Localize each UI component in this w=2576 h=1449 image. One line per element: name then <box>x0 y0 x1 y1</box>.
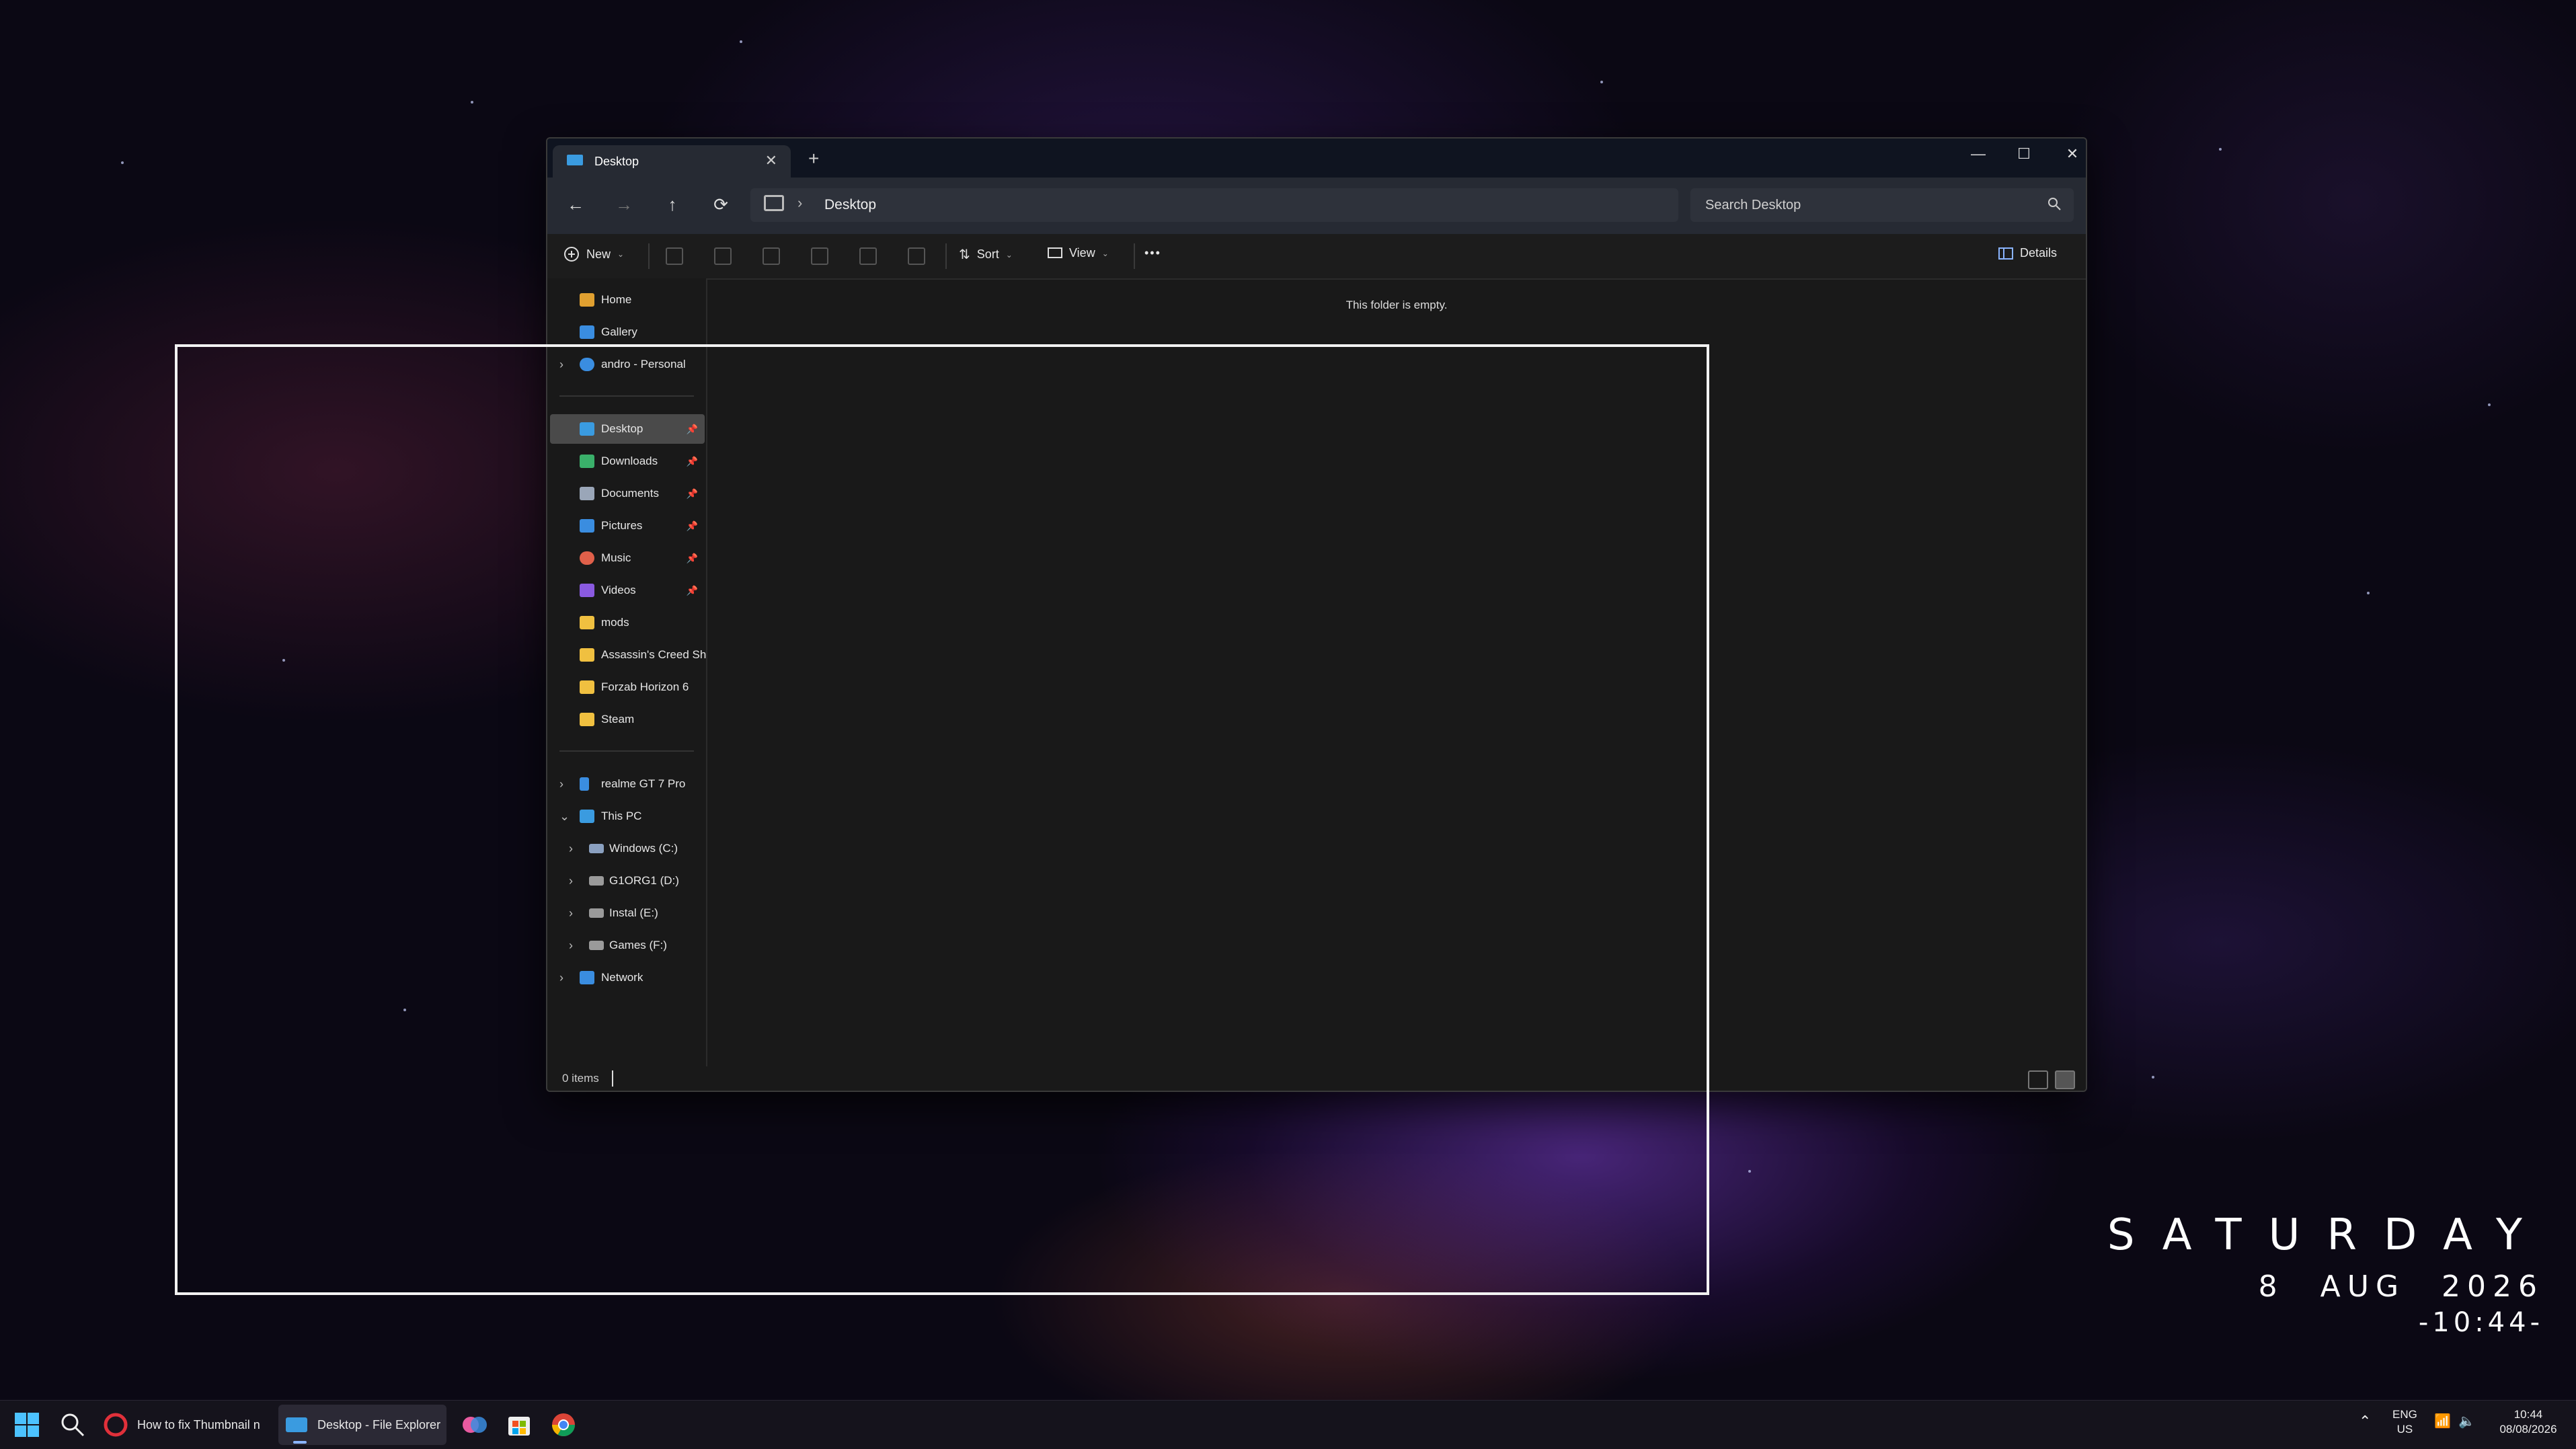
command-bar: New ⌄ ⇅ Sort ⌄ View ⌄ ••• Details <box>547 234 2086 280</box>
cut-icon[interactable] <box>666 247 683 265</box>
taskbar-app-file-explorer[interactable]: Desktop - File Explorer <box>278 1405 446 1445</box>
close-tab-icon[interactable]: ✕ <box>765 152 777 169</box>
chrome-icon[interactable] <box>550 1411 577 1438</box>
details-pane-icon <box>1998 247 2013 260</box>
volume-icon[interactable]: 🔈 <box>2458 1414 2475 1429</box>
language-label: ENG <box>2392 1408 2417 1421</box>
desktop-folder-icon <box>566 153 584 170</box>
breadcrumb-separator: › <box>797 194 803 211</box>
widget-day: SATURDAY <box>2107 1210 2549 1260</box>
sort-button[interactable]: ⇅ Sort ⌄ <box>959 246 1013 263</box>
address-bar[interactable]: › Desktop <box>750 188 1678 222</box>
taskbar-app-label: Desktop - File Explorer <box>317 1417 441 1432</box>
refresh-button[interactable]: ⟳ <box>707 191 734 218</box>
network-status-icon[interactable]: 📶 <box>2434 1414 2451 1429</box>
search-input[interactable]: Search Desktop <box>1705 198 1801 213</box>
separator <box>1134 243 1135 269</box>
clock-date: 08/08/2026 <box>2499 1423 2557 1436</box>
tab-desktop[interactable]: Desktop ✕ <box>553 145 791 178</box>
details-label: Details <box>2020 246 2058 260</box>
show-hidden-icons-button[interactable]: ⌃ <box>2359 1414 2371 1429</box>
language-indicator[interactable]: ENG US <box>2392 1407 2417 1437</box>
search-box[interactable]: Search Desktop <box>1690 188 2074 222</box>
view-label: View <box>1069 246 1095 260</box>
paste-icon[interactable] <box>763 247 780 265</box>
home-icon <box>580 293 594 307</box>
copy-icon[interactable] <box>714 247 732 265</box>
chevron-down-icon: ⌄ <box>617 249 625 259</box>
gallery-icon <box>580 325 594 339</box>
copilot-icon[interactable] <box>461 1411 488 1438</box>
search-button[interactable] <box>59 1411 86 1438</box>
title-bar: Desktop ✕ + — ☐ ✕ <box>547 139 2086 178</box>
opera-icon <box>104 1413 128 1437</box>
details-button[interactable]: Details <box>1998 246 2057 260</box>
share-icon[interactable] <box>859 247 877 265</box>
empty-folder-message: This folder is empty. <box>1345 299 1448 311</box>
forward-button[interactable]: → <box>611 191 637 218</box>
taskbar-app-opera[interactable]: How to fix Thumbnail n <box>100 1405 270 1445</box>
tab-title: Desktop <box>594 154 639 168</box>
taskbar: How to fix Thumbnail n Desktop - File Ex… <box>0 1400 2576 1449</box>
new-button[interactable]: New ⌄ <box>563 246 624 262</box>
sort-icon: ⇅ <box>959 247 970 262</box>
delete-icon[interactable] <box>908 247 925 265</box>
details-view-icon[interactable] <box>2028 1070 2048 1089</box>
search-icon <box>61 1413 85 1437</box>
plus-circle-icon <box>564 247 579 262</box>
widget-time: -10:44- <box>2418 1307 2544 1338</box>
rename-icon[interactable] <box>811 247 828 265</box>
sidebar-item-label: Home <box>601 293 632 306</box>
system-clock[interactable]: 10:44 08/08/2026 <box>2488 1407 2569 1437</box>
clock-time: 10:44 <box>2513 1408 2543 1421</box>
new-label: New <box>586 247 611 261</box>
sort-label: Sort <box>976 247 999 261</box>
view-icon <box>1048 247 1062 258</box>
navigation-bar: ← → ↑ ⟳ › Desktop Search Desktop <box>547 178 2086 234</box>
separator <box>648 243 650 269</box>
tiles-view-icon[interactable] <box>2055 1070 2075 1089</box>
active-indicator <box>293 1441 307 1444</box>
separator <box>945 243 947 269</box>
back-button[interactable]: ← <box>562 191 589 218</box>
view-button[interactable]: View ⌄ <box>1048 246 1109 260</box>
new-tab-button[interactable]: + <box>808 148 819 169</box>
minimize-button[interactable]: — <box>1958 145 1998 163</box>
chevron-down-icon: ⌄ <box>1101 248 1109 258</box>
file-explorer-icon <box>286 1417 307 1432</box>
search-icon <box>2047 196 2062 214</box>
chevron-down-icon: ⌄ <box>1005 249 1013 260</box>
sidebar-item-gallery[interactable]: Gallery <box>550 317 705 347</box>
more-options-button[interactable]: ••• <box>1144 246 1161 260</box>
sidebar-item-home[interactable]: Home <box>550 285 705 315</box>
breadcrumb-desktop[interactable]: Desktop <box>824 197 876 213</box>
maximize-button[interactable]: ☐ <box>2004 145 2044 163</box>
selection-rectangle <box>175 344 1709 1295</box>
computer-icon <box>764 195 784 211</box>
region-label: US <box>2396 1423 2413 1436</box>
widget-date: 8 AUG 2026 <box>2258 1269 2544 1304</box>
up-button[interactable]: ↑ <box>659 191 686 218</box>
windows-logo-icon <box>15 1413 39 1437</box>
taskbar-app-label: How to fix Thumbnail n <box>137 1417 260 1432</box>
start-button[interactable] <box>13 1411 40 1438</box>
close-window-button[interactable]: ✕ <box>2052 145 2086 163</box>
sidebar-item-label: Gallery <box>601 325 637 338</box>
microsoft-store-icon[interactable] <box>506 1411 533 1438</box>
